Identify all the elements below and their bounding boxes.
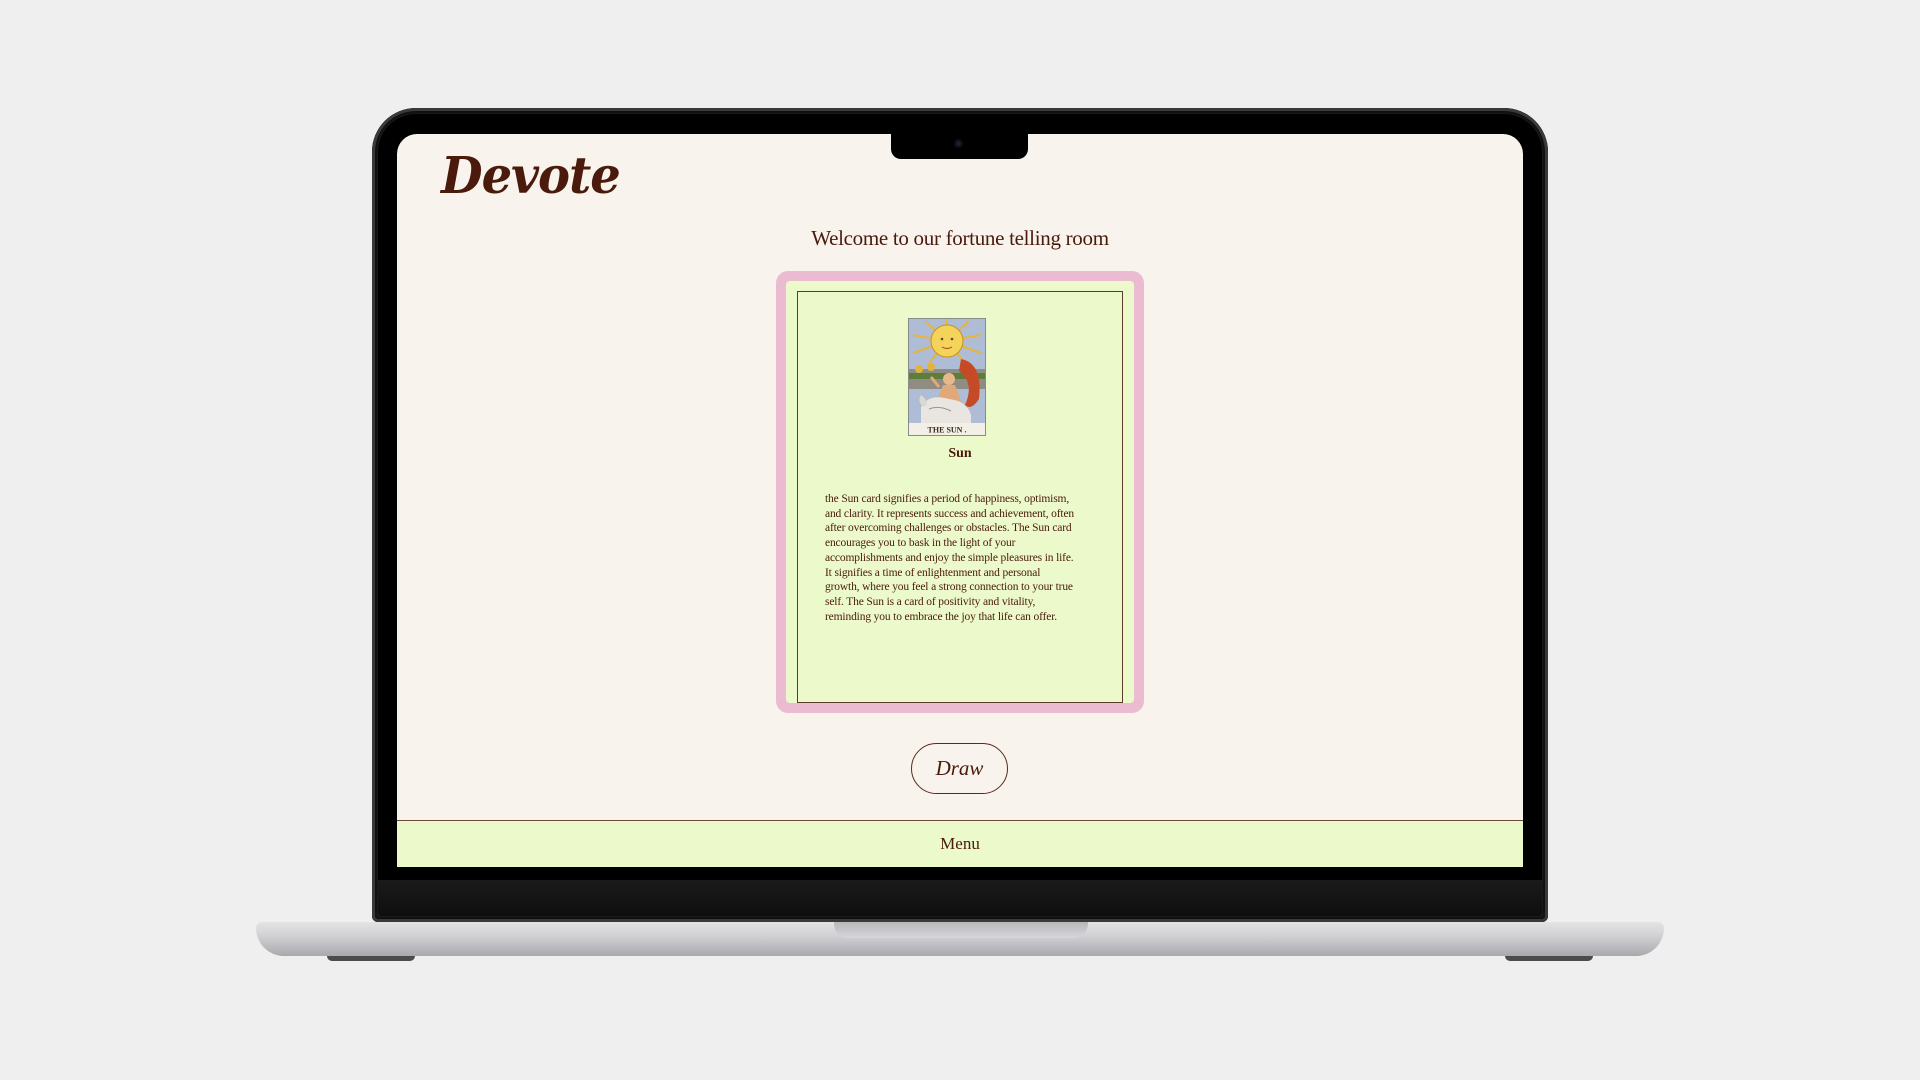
laptop-foot-left [327,956,415,961]
laptop-base-notch [834,922,1088,938]
laptop-foot-right [1505,956,1593,961]
camera-icon [954,139,963,148]
draw-button[interactable]: Draw [911,743,1008,794]
laptop-chin [378,880,1542,916]
sun-tarot-card-image: THE SUN . [908,318,986,436]
tarot-card-inner: THE SUN . Sun the Sun card signifies a p… [786,281,1134,703]
tarot-card-panel: THE SUN . Sun the Sun card signifies a p… [776,271,1144,713]
browser-screen: Devote Welcome to our fortune telling ro… [397,134,1523,867]
bottom-menu-bar: Menu [397,820,1523,867]
tarot-image-caption: THE SUN . [928,426,967,435]
tarot-card-description: the Sun card signifies a period of happi… [825,493,1075,623]
menu-button[interactable]: Menu [940,834,980,854]
camera-notch [891,130,1028,159]
laptop-base [256,922,1664,956]
welcome-heading: Welcome to our fortune telling room [811,226,1109,250]
site-logo[interactable]: Devote [441,147,621,206]
tarot-card-name: Sun [948,446,972,461]
